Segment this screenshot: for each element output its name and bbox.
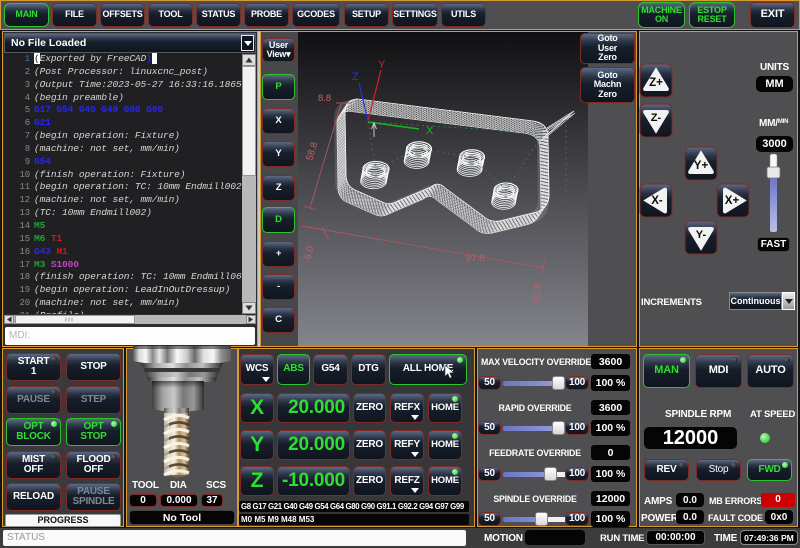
svg-text:92.8: 92.8	[531, 283, 544, 302]
svg-text:97.8: 97.8	[466, 253, 485, 264]
svg-text:Y: Y	[378, 59, 386, 71]
svg-text:Y-: Y-	[696, 229, 707, 241]
svg-text:-5.0: -5.0	[302, 245, 316, 263]
svg-text:58.8: 58.8	[304, 141, 320, 162]
svg-text:X-: X-	[651, 195, 663, 207]
svg-text:Z+: Z+	[649, 77, 663, 89]
svg-text:Z: Z	[352, 71, 359, 83]
svg-text:X+: X+	[725, 195, 740, 207]
svg-text:X: X	[426, 125, 434, 137]
svg-text:Y+: Y+	[694, 160, 709, 172]
svg-text:Z-: Z-	[651, 112, 662, 124]
svg-text:8.8: 8.8	[318, 93, 331, 104]
